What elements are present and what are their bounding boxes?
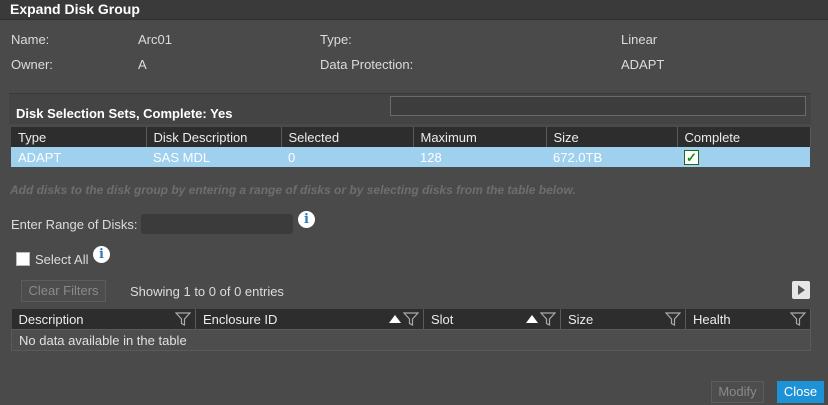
empty-table-message: No data available in the table bbox=[11, 329, 811, 351]
type-label: Type: bbox=[320, 32, 352, 47]
name-label: Name: bbox=[11, 32, 50, 47]
table-row: No data available in the table bbox=[11, 329, 811, 351]
dialog-titlebar: Expand Disk Group bbox=[0, 0, 828, 20]
sets-table-header: Type Disk Description Selected Maximum S… bbox=[11, 127, 811, 147]
type-value: Linear bbox=[621, 32, 658, 47]
table-row[interactable]: ADAPT SAS MDL 0 128 672.0TB ✓ bbox=[11, 147, 810, 167]
sort-asc-icon[interactable] bbox=[526, 315, 538, 323]
range-of-disks-input[interactable] bbox=[141, 214, 293, 234]
disks-table: Description Enclosure ID Slot Size Healt… bbox=[11, 309, 811, 351]
disk-selection-sets-title: Disk Selection Sets, Complete: Yes bbox=[16, 106, 233, 121]
column-health-label: Health bbox=[693, 311, 731, 327]
select-all-checkbox[interactable] bbox=[16, 252, 30, 266]
column-slot[interactable]: Slot bbox=[423, 309, 561, 330]
cell-selected: 0 bbox=[281, 147, 413, 167]
column-description[interactable]: Description bbox=[11, 309, 196, 330]
column-slot-label: Slot bbox=[431, 311, 454, 327]
dialog-title: Expand Disk Group bbox=[10, 1, 140, 17]
cell-size: 672.0TB bbox=[546, 147, 677, 167]
column-enclosure-id[interactable]: Enclosure ID bbox=[195, 309, 424, 330]
instruction-hint: Add disks to the disk group by entering … bbox=[10, 183, 576, 197]
name-value: Arc01 bbox=[138, 32, 172, 47]
sort-asc-icon[interactable] bbox=[389, 315, 401, 323]
cell-complete: ✓ bbox=[677, 147, 810, 167]
column-type[interactable]: Type bbox=[11, 127, 147, 147]
owner-label: Owner: bbox=[11, 57, 53, 72]
protection-label: Data Protection: bbox=[320, 57, 414, 72]
column-disk-size[interactable]: Size bbox=[560, 309, 686, 330]
column-maximum[interactable]: Maximum bbox=[413, 127, 547, 147]
filter-icon[interactable] bbox=[175, 312, 191, 326]
disk-selection-sets-header: Disk Selection Sets, Complete: Yes bbox=[9, 93, 811, 124]
column-disk-description[interactable]: Disk Description bbox=[146, 127, 282, 147]
filter-icon[interactable] bbox=[403, 312, 419, 326]
column-health[interactable]: Health bbox=[685, 309, 811, 330]
clear-filters-button[interactable]: Clear Filters bbox=[21, 280, 106, 302]
owner-value: A bbox=[138, 57, 147, 72]
complete-check-icon: ✓ bbox=[684, 150, 699, 166]
disks-table-header: Description Enclosure ID Slot Size Healt… bbox=[11, 309, 811, 330]
range-info-icon[interactable]: i bbox=[298, 211, 315, 228]
filter-icon[interactable] bbox=[790, 312, 806, 326]
protection-value: ADAPT bbox=[621, 57, 665, 72]
filter-icon[interactable] bbox=[665, 312, 681, 326]
disk-selection-sets-table: Type Disk Description Selected Maximum S… bbox=[11, 127, 811, 167]
column-description-label: Description bbox=[18, 311, 84, 327]
column-size[interactable]: Size bbox=[546, 127, 678, 147]
entries-count: Showing 1 to 0 of 0 entries bbox=[130, 284, 284, 299]
cell-maximum: 128 bbox=[413, 147, 546, 167]
sets-search-input[interactable] bbox=[390, 96, 806, 116]
filter-icon[interactable] bbox=[540, 312, 556, 326]
cell-description: SAS MDL bbox=[146, 147, 281, 167]
column-enclosure-id-label: Enclosure ID bbox=[203, 311, 278, 327]
column-disk-size-label: Size bbox=[568, 311, 594, 327]
column-selected[interactable]: Selected bbox=[281, 127, 414, 147]
cell-type: ADAPT bbox=[11, 147, 146, 167]
column-complete[interactable]: Complete bbox=[677, 127, 811, 147]
range-label: Enter Range of Disks: bbox=[11, 217, 138, 232]
select-all-label: Select All bbox=[35, 252, 89, 267]
select-all-info-icon[interactable]: i bbox=[93, 246, 110, 263]
expand-icon[interactable] bbox=[792, 281, 810, 299]
close-button[interactable]: Close bbox=[777, 381, 824, 403]
modify-button[interactable]: Modify bbox=[711, 381, 764, 403]
